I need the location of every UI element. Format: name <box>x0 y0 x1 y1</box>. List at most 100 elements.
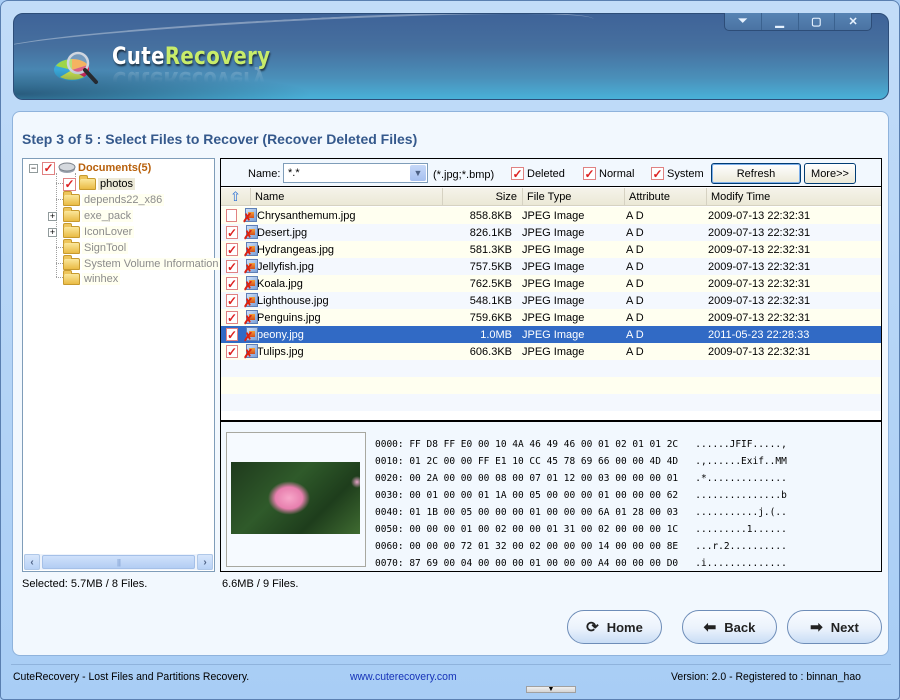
scroll-left-icon[interactable]: ‹ <box>24 554 40 570</box>
more-button[interactable]: More>> <box>804 163 856 184</box>
row-checkbox-cell[interactable]: ✓ ✗ <box>221 344 259 360</box>
row-checkbox[interactable]: ✓ <box>226 311 239 324</box>
tree-item-label: photos <box>98 178 136 190</box>
file-type: JPEG Image <box>522 209 585 222</box>
menu-dropdown-button[interactable]: ⏷ <box>725 13 762 30</box>
tree-item-iconlover[interactable]: + IconLover <box>48 223 135 240</box>
arrow-left-icon: ⬅ <box>703 619 717 636</box>
row-checkbox-cell[interactable]: ✗ <box>221 208 258 224</box>
checkbox-icon[interactable]: ✓ <box>511 167 524 180</box>
file-name: Hydrangeas.jpg <box>257 243 335 256</box>
tree-item-checkbox[interactable]: ✓ <box>63 177 76 191</box>
column-header-attribute[interactable]: Attribute <box>625 188 707 206</box>
version-info: Version: 2.0 - Registered to : binnan_ha… <box>671 671 861 683</box>
row-checkbox[interactable]: ✓ <box>226 226 239 239</box>
scrollbar-thumb[interactable]: ||| <box>42 555 195 569</box>
table-row[interactable]: ✓ ✗ Tulips.jpg 606.3KB JPEG Image A D 2009-07-… <box>221 343 881 360</box>
scroll-right-icon[interactable]: › <box>197 554 213 570</box>
expand-icon[interactable]: + <box>48 227 57 237</box>
tree-item-photos[interactable]: ✓ photos <box>63 175 136 192</box>
footer-description: CuteRecovery - Lost Files and Partitions… <box>13 671 250 683</box>
table-row[interactable]: ✓ ✗ Koala.jpg 762.5KB JPEG Image A D 2009-07-1… <box>221 275 881 292</box>
row-checkbox-cell[interactable]: ✓ ✗ <box>221 310 259 326</box>
deleted-jpeg-file-icon: ✗ <box>243 276 259 292</box>
tree-item-winhex[interactable]: winhex <box>63 270 121 287</box>
row-checkbox[interactable]: ✓ <box>226 277 239 290</box>
home-button[interactable]: ⟳ Home <box>567 610 662 644</box>
home-label: Home <box>606 619 643 635</box>
website-link[interactable]: www.cuterecovery.com <box>350 671 457 683</box>
name-filter-combo[interactable]: *.* ▼ <box>283 163 428 183</box>
row-checkbox-cell[interactable]: ✓ ✗ <box>221 293 259 309</box>
chevron-down-icon[interactable]: ▼ <box>410 165 426 181</box>
checkbox-icon[interactable]: ✓ <box>583 167 596 180</box>
name-filter-value[interactable]: *.* <box>288 167 300 179</box>
tree-item-system-volume-information[interactable]: System Volume Information <box>63 255 221 272</box>
row-checkbox[interactable]: ✓ <box>226 260 239 273</box>
file-size: 581.3KB <box>469 243 512 256</box>
maximize-button[interactable]: ▢ <box>799 13 836 30</box>
file-list-panel: Name: *.* ▼ (*.jpg;*.bmp) ✓ Deleted ✓ Norm… <box>220 158 882 693</box>
tree-root-documents[interactable]: − ✓ Documents(5) <box>29 160 153 176</box>
file-attribute: A D <box>626 243 644 256</box>
folder-icon <box>63 207 80 222</box>
file-type: JPEG Image <box>522 311 585 324</box>
tree-item-signtool[interactable]: SignTool <box>63 239 129 256</box>
file-type: JPEG Image <box>522 226 585 239</box>
file-name: Lighthouse.jpg <box>257 294 329 307</box>
row-checkbox-cell[interactable]: ✓ ✗ <box>221 242 259 258</box>
deleted-jpeg-file-icon: ✗ <box>243 344 259 360</box>
refresh-button[interactable]: Refresh <box>711 163 801 184</box>
file-modify-time: 2009-07-13 22:32:31 <box>708 294 811 307</box>
expand-icon[interactable]: + <box>48 211 57 221</box>
table-row[interactable]: ✗ Chrysanthemum.jpg 858.8KB JPEG Image A D 20… <box>221 207 881 224</box>
row-checkbox[interactable]: ✓ <box>226 345 239 358</box>
file-attribute: A D <box>626 277 644 290</box>
image-preview <box>226 432 366 567</box>
table-row[interactable]: ✓ ✗ Hydrangeas.jpg 581.3KB JPEG Image A D 2009… <box>221 241 881 258</box>
file-modify-time: 2009-07-13 22:32:31 <box>708 243 811 256</box>
table-row[interactable]: ✓ ✗ Lighthouse.jpg 548.1KB JPEG Image A D 2009… <box>221 292 881 309</box>
table-row[interactable]: ✓ ✗ Penguins.jpg 759.6KB JPEG Image A D 2009-0… <box>221 309 881 326</box>
tree-item-depends22[interactable]: depends22_x86 <box>63 191 165 208</box>
file-modify-time: 2009-07-13 22:32:31 <box>708 209 811 222</box>
table-row[interactable]: ✓ ✗ peony.jpg 1.0MB JPEG Image A D 2011-05-23 … <box>221 326 881 343</box>
file-name: Penguins.jpg <box>257 311 321 324</box>
tree-item-label: IconLover <box>82 226 135 238</box>
file-name: Tulips.jpg <box>257 345 304 358</box>
row-checkbox-cell[interactable]: ✓ ✗ <box>221 276 259 292</box>
sort-up-icon[interactable]: ⇧ <box>221 188 251 206</box>
normal-checkbox[interactable]: ✓ Normal <box>583 167 634 180</box>
column-header-modify-time[interactable]: Modify Time <box>707 188 881 206</box>
row-checkbox[interactable] <box>226 209 238 222</box>
tree-line <box>56 183 63 184</box>
hex-line: 0030: 00 01 00 00 01 1A 00 05 00 00 00 0… <box>375 490 787 501</box>
deleted-jpeg-file-icon: ✗ <box>242 208 258 224</box>
row-checkbox[interactable]: ✓ <box>226 243 239 256</box>
table-row[interactable]: ✓ ✗ Jellyfish.jpg 757.5KB JPEG Image A D 2009-… <box>221 258 881 275</box>
back-button[interactable]: ⬅ Back <box>682 610 777 644</box>
column-header-file-type[interactable]: File Type <box>523 188 625 206</box>
refresh-arrow-icon: ⟳ <box>586 619 599 636</box>
row-checkbox-cell[interactable]: ✓ ✗ <box>221 225 259 241</box>
tree-item-exe-pack[interactable]: + exe_pack <box>48 207 134 224</box>
tree-root-checkbox[interactable]: ✓ <box>42 161 55 175</box>
table-row[interactable]: ✓ ✗ Desert.jpg 826.1KB JPEG Image A D 2009-07-… <box>221 224 881 241</box>
row-checkbox-cell[interactable]: ✓ ✗ <box>221 327 259 343</box>
empty-row <box>221 360 881 377</box>
collapse-icon[interactable]: − <box>29 163 38 173</box>
row-checkbox-cell[interactable]: ✓ ✗ <box>221 259 259 275</box>
column-header-size[interactable]: Size <box>443 188 523 206</box>
close-button[interactable]: ✕ <box>835 13 871 30</box>
minimize-button[interactable]: ▁ <box>762 13 799 30</box>
column-header-name[interactable]: Name <box>251 188 443 206</box>
checkbox-icon[interactable]: ✓ <box>651 167 664 180</box>
file-type: JPEG Image <box>522 345 585 358</box>
next-button[interactable]: ➡ Next <box>787 610 882 644</box>
deleted-checkbox[interactable]: ✓ Deleted <box>511 167 565 180</box>
tree-line <box>56 263 63 264</box>
row-checkbox[interactable]: ✓ <box>226 328 239 341</box>
row-checkbox[interactable]: ✓ <box>226 294 239 307</box>
tree-horizontal-scrollbar[interactable]: ‹ ||| › <box>24 554 213 570</box>
system-checkbox[interactable]: ✓ System <box>651 167 704 180</box>
